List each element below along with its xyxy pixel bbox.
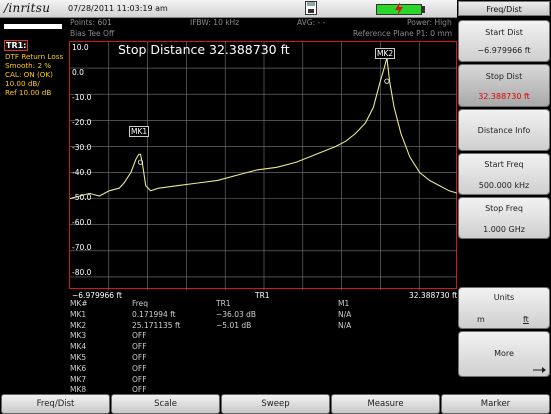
avg-info: AVG: - -	[297, 18, 326, 27]
marker-table-cell: N/A	[338, 309, 352, 319]
menu-scale[interactable]: Scale	[111, 394, 220, 414]
marker-table-cell: MK4	[70, 342, 87, 352]
stop-dist-button[interactable]: Stop Dist 32.388730 ft	[458, 64, 550, 107]
y-tick-label: -50.0	[72, 193, 92, 202]
marker-table-cell: MK2	[70, 320, 87, 330]
marker-table-cell: N/A	[338, 320, 352, 330]
y-tick-label: -80.0	[72, 268, 92, 277]
units-button[interactable]: Units m ft	[458, 287, 550, 329]
plot-title: Stop Distance 32.388730 ft	[118, 42, 290, 57]
x-stop-label: 32.388730 ft	[409, 291, 458, 300]
softkey-panel: Freq/Dist Start Dist −6.979966 ft Stop D…	[457, 0, 551, 394]
distance-info-button[interactable]: Distance Info	[458, 109, 550, 151]
top-status-bar: /inritsu 07/28/2011 11:03:19 am	[0, 0, 457, 18]
start-dist-button[interactable]: Start Dist −6.979966 ft	[458, 20, 550, 62]
status-line-smoothing: Smooth: 2 %	[5, 61, 52, 70]
date-time: 07/28/2011 11:03:19 am	[68, 4, 168, 13]
marker-table-cell: OFF	[132, 363, 147, 373]
marker-table-cell: 0.171994 ft	[132, 309, 176, 319]
menu-measure[interactable]: Measure	[331, 394, 440, 414]
y-tick-label: -60.0	[72, 218, 92, 227]
bias-tee-info: Bias Tee Off	[70, 29, 115, 38]
save-icon[interactable]	[305, 1, 317, 15]
marker-table-cell: MK3	[70, 331, 87, 341]
units-label: Units	[493, 293, 515, 302]
marker-label-mk1[interactable]: MK1	[129, 126, 150, 137]
menu-sweep[interactable]: Sweep	[221, 394, 330, 414]
y-tick-label: -70.0	[72, 243, 92, 252]
menu-freq-dist[interactable]: Freq/Dist	[1, 394, 110, 414]
start-freq-button[interactable]: Start Freq 500.000 kHz	[458, 153, 550, 195]
marker-table-cell: MK5	[70, 353, 87, 362]
menu-marker[interactable]: Marker	[441, 394, 550, 414]
marker-table-cell: −36.03 dB	[216, 309, 257, 319]
power-info: Power: High	[407, 18, 452, 27]
marker-table-cell: MK7	[70, 374, 87, 384]
softkey-menu-title: Freq/Dist	[458, 1, 550, 16]
status-line-reference: Ref 10.00 dB	[5, 88, 52, 97]
marker-table-header: M1	[338, 299, 350, 308]
bottom-menu-bar: Freq/Dist Scale Sweep Measure Marker	[0, 394, 551, 414]
marker-table-cell: OFF	[132, 342, 147, 352]
ac-power-icon	[395, 2, 403, 16]
units-option-m: m	[477, 315, 485, 324]
y-tick-label: -10.0	[72, 93, 92, 102]
y-tick-label: -40.0	[72, 168, 92, 177]
arrow-right-icon	[533, 367, 546, 373]
battery-tip	[422, 6, 425, 13]
start-dist-label: Start Dist	[485, 28, 523, 37]
y-tick-label: 10.0	[72, 43, 89, 52]
stop-dist-label: Stop Dist	[485, 72, 523, 81]
start-freq-value: 500.000 kHz	[478, 181, 530, 190]
plot-canvas	[70, 42, 458, 290]
stop-freq-label: Stop Freq	[485, 204, 523, 213]
anritsu-logo: /inritsu	[4, 1, 51, 15]
marker-table-cell: OFF	[132, 374, 147, 384]
marker-label-mk2[interactable]: MK2	[375, 48, 396, 59]
marker-table-cell: MK1	[70, 309, 87, 319]
more-label: More	[494, 349, 514, 358]
marker-table-cell: MK6	[70, 363, 87, 373]
more-button[interactable]: More	[458, 331, 550, 377]
x-trace-label: TR1	[255, 291, 270, 300]
y-tick-label: -20.0	[72, 118, 92, 127]
marker-table-header: MK#	[70, 299, 88, 308]
marker-table-cell: 25.171135 ft	[132, 320, 181, 330]
reference-plane-info: Reference Plane P1: 0 mm	[353, 29, 453, 38]
y-tick-label: 0.0	[72, 68, 84, 77]
marker-point-mk2[interactable]	[384, 78, 390, 84]
start-dist-value: −6.979966 ft	[477, 46, 531, 55]
stop-dist-value: 32.388730 ft	[478, 92, 530, 101]
distance-info-label: Distance Info	[477, 126, 531, 135]
stop-freq-button[interactable]: Stop Freq 1.000 GHz	[458, 197, 550, 239]
marker-table-header: Freq	[132, 299, 149, 308]
marker-table-cell: −5.01 dB	[216, 320, 252, 330]
stop-freq-value: 1.000 GHz	[483, 225, 525, 234]
status-line-measurement: DTF Return Loss	[5, 52, 64, 61]
y-tick-label: -30.0	[72, 143, 92, 152]
marker-table-cell: OFF	[132, 353, 147, 362]
marker-table-header: TR1	[216, 299, 231, 308]
status-line-cal: CAL: ON (OK)	[5, 70, 53, 79]
units-option-ft: ft	[523, 315, 529, 324]
marker-table-cell: OFF	[132, 331, 147, 341]
status-line-scale: 10.00 dB/	[5, 79, 40, 88]
blank-field	[4, 24, 62, 29]
points-info: Points: 601	[70, 18, 112, 27]
dtf-plot[interactable]	[69, 41, 458, 290]
ifbw-info: IFBW: 10 kHz	[190, 18, 240, 27]
start-freq-label: Start Freq	[484, 160, 524, 169]
trace-title: TR1:	[4, 40, 29, 51]
status-panel: TR1: DTF Return Loss Smooth: 2 % CAL: ON…	[0, 18, 69, 290]
